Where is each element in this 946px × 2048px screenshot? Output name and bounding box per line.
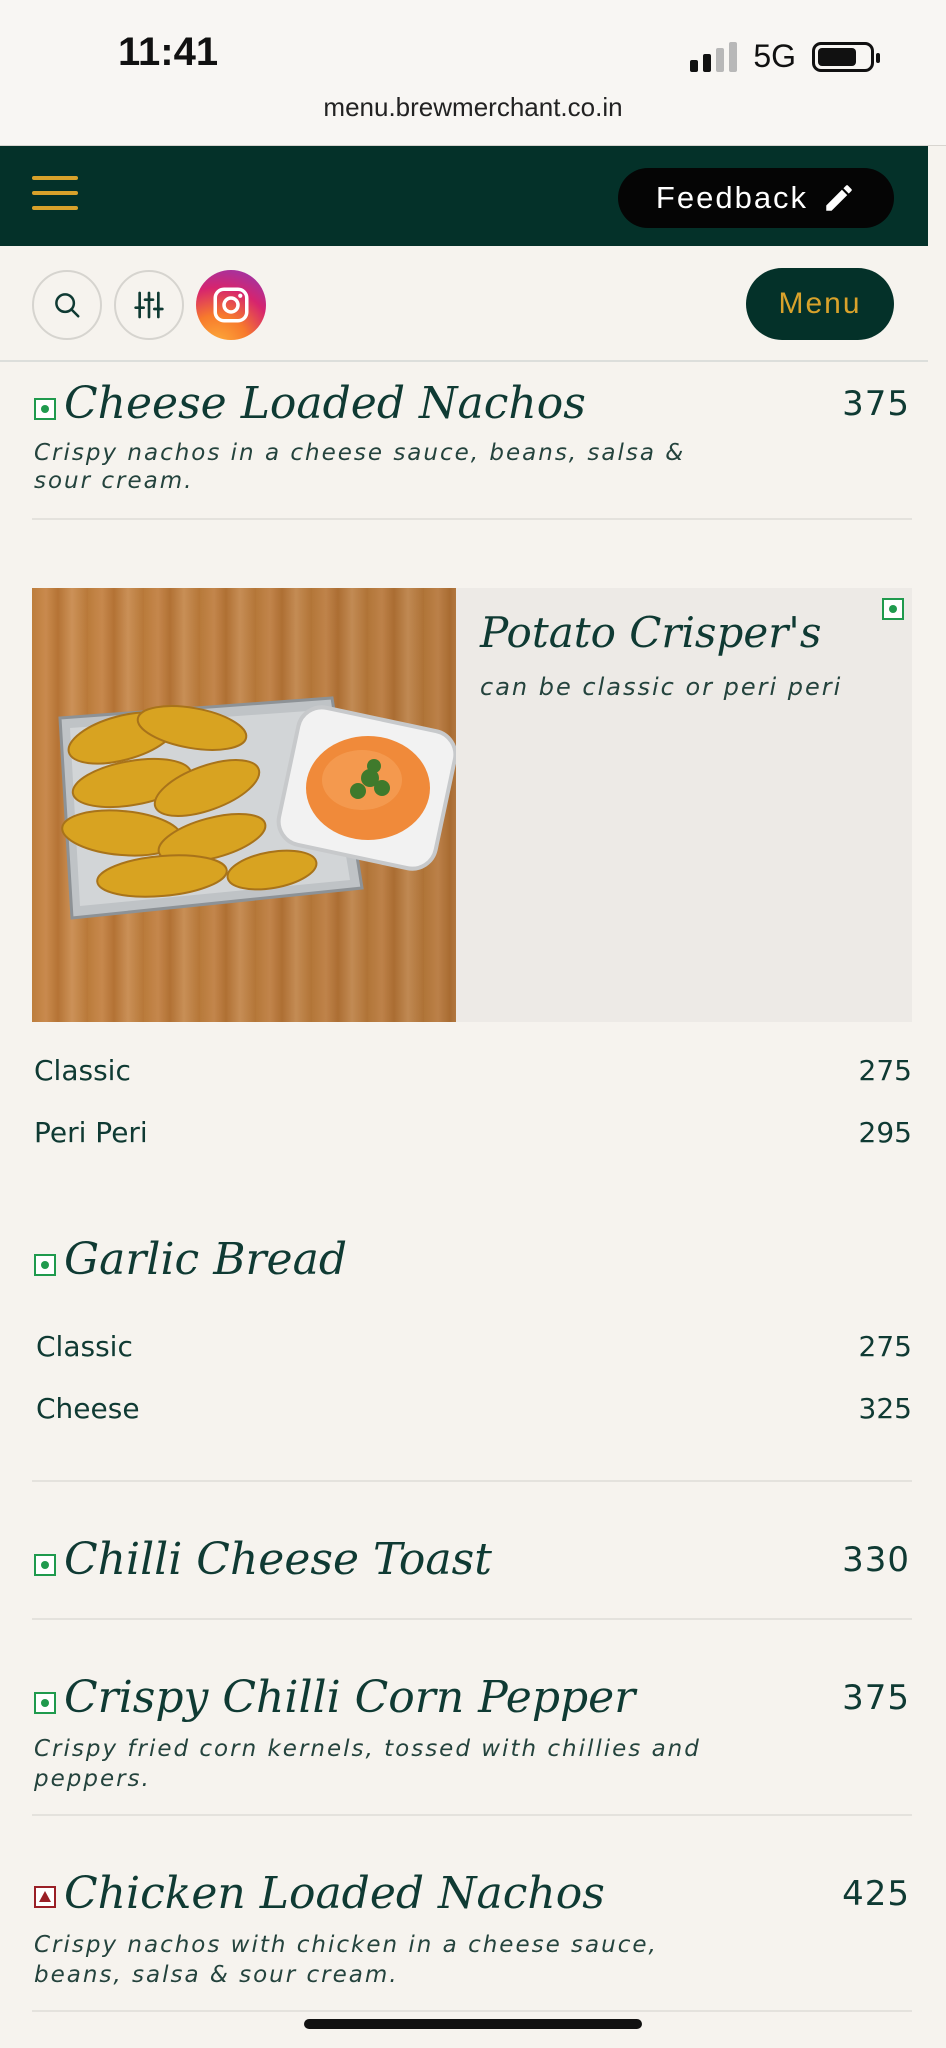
status-icons: 5G [690, 38, 880, 75]
status-time: 11:41 [118, 30, 219, 74]
divider [32, 1618, 912, 1620]
hamburger-menu-icon[interactable] [32, 176, 78, 216]
top-bar: Feedback [0, 146, 928, 246]
item-description-line2: beans, salsa & sour cream. [34, 1962, 399, 1988]
item-title: Potato Crisper's [480, 608, 822, 657]
veg-icon [34, 1692, 56, 1714]
option-label: Cheese [36, 1392, 140, 1425]
item-title: Chilli Cheese Toast [64, 1534, 492, 1585]
item-description-line2: peppers. [34, 1766, 151, 1792]
option-price: 275 [858, 1054, 912, 1087]
item-title: Cheese Loaded Nachos [64, 378, 586, 429]
item-title: Garlic Bread [64, 1234, 347, 1285]
item-description-line1: Crispy nachos with chicken in a cheese s… [34, 1932, 658, 1958]
item-price: 425 [842, 1874, 910, 1914]
item-price: 375 [842, 384, 910, 424]
network-label: 5G [753, 38, 796, 74]
divider [32, 1480, 912, 1482]
feedback-button[interactable]: Feedback [618, 168, 894, 228]
instagram-button[interactable] [196, 270, 266, 340]
divider [32, 2010, 912, 2012]
veg-icon [34, 1554, 56, 1576]
menu-button[interactable]: Menu [746, 268, 894, 340]
option-label: Peri Peri [34, 1116, 148, 1149]
divider [32, 518, 912, 520]
toolbar: Menu [0, 246, 928, 362]
battery-icon [812, 41, 880, 72]
search-icon [55, 293, 80, 318]
sliders-icon [134, 291, 164, 319]
item-title: Crispy Chilli Corn Pepper [64, 1672, 636, 1723]
non-veg-icon [34, 1886, 56, 1908]
signal-icon [690, 41, 738, 72]
status-bar: 11:41 5G menu.brewmerchant.co.in [0, 0, 946, 146]
url-bar[interactable]: menu.brewmerchant.co.in [0, 92, 946, 123]
item-description-line1: Crispy nachos in a cheese sauce, beans, … [34, 440, 686, 466]
option-label: Classic [34, 1054, 131, 1087]
pencil-icon [826, 185, 852, 211]
veg-icon [34, 1254, 56, 1276]
instagram-icon [213, 287, 249, 323]
option-price: 325 [858, 1392, 912, 1425]
item-price: 330 [842, 1540, 910, 1580]
item-price: 375 [842, 1678, 910, 1718]
filter-button[interactable] [114, 270, 184, 340]
option-price: 295 [858, 1116, 912, 1149]
item-subtitle: can be classic or peri peri [480, 673, 843, 701]
item-description-line2: sour cream. [34, 468, 194, 494]
featured-item-card[interactable]: Potato Crisper's can be classic or peri … [32, 588, 912, 1022]
veg-icon [34, 398, 56, 420]
veg-icon [882, 598, 904, 620]
option-label: Classic [36, 1330, 133, 1363]
divider [32, 1814, 912, 1816]
feedback-label: Feedback [655, 180, 809, 215]
home-indicator[interactable] [304, 2019, 642, 2029]
potato-crispers-photo [32, 588, 456, 1022]
search-button[interactable] [32, 270, 102, 340]
item-title: Chicken Loaded Nachos [64, 1868, 605, 1919]
option-price: 275 [858, 1330, 912, 1363]
item-description-line1: Crispy fried corn kernels, tossed with c… [34, 1736, 701, 1762]
